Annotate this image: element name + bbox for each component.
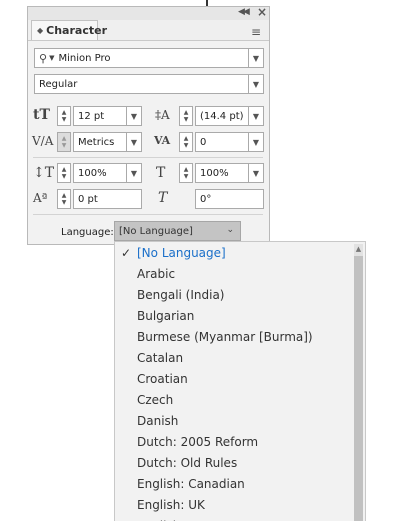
list-item[interactable]: Bulgarian [137,309,194,323]
tracking-stepper[interactable]: ▲ ▼ [179,132,193,152]
font-style-dropdown-button[interactable]: ▼ [248,74,264,94]
vertical-scale-stepper[interactable]: ▲ ▼ [57,163,71,183]
font-family-value: Minion Pro [58,52,111,64]
list-item[interactable]: Dutch: Old Rules [137,456,237,470]
list-item[interactable]: English: Canadian [137,477,245,491]
baseline-shift-value: 0 pt [78,193,98,205]
chevron-down-icon[interactable]: ▼ [49,54,54,62]
font-size-value: 12 pt [78,110,105,122]
font-family-dropdown-button[interactable]: ▼ [248,48,264,68]
list-item[interactable]: Czech [137,393,173,407]
vertical-scale-value: 100% [78,167,107,179]
list-item[interactable]: Burmese (Myanmar [Burma]) [137,330,313,344]
horizontal-scale-input[interactable]: 100% ▼ [195,163,264,183]
horizontal-scale-dropdown-button[interactable]: ▼ [248,163,264,183]
tracking-dropdown-button[interactable]: ▼ [248,132,264,152]
search-icon: ⚲ [39,51,48,65]
vertical-scale-dropdown-button[interactable]: ▼ [126,163,142,183]
kerning-icon: V/A [32,134,54,148]
baseline-shift-input[interactable]: 0 pt [73,189,142,209]
horizontal-scale-stepper[interactable]: ▲ ▼ [179,163,193,183]
skew-value: 0° [200,193,212,205]
character-panel: ◀◀ × ◆ Character ≡ ⚲ ▼ Minion Pro ▼ Regu… [27,5,270,245]
divider [33,214,263,215]
font-size-input[interactable]: 12 pt ▼ [73,106,142,126]
list-item[interactable]: Dutch: 2005 Reform [137,435,258,449]
font-family-field[interactable]: ⚲ ▼ Minion Pro ▼ [34,48,264,68]
leading-stepper[interactable]: ▲ ▼ [179,106,193,126]
baseline-shift-icon: Aª [33,191,48,205]
list-item[interactable]: Danish [137,414,178,428]
font-size-dropdown-button[interactable]: ▼ [126,106,142,126]
panel-title-bar[interactable] [28,7,269,20]
divider [33,157,263,158]
tracking-value: 0 [200,136,207,148]
font-size-icon: tT [33,107,50,123]
list-item[interactable]: Catalan [137,351,183,365]
tracking-input[interactable]: 0 ▼ [195,132,264,152]
kerning-stepper[interactable]: ▲ ▼ [57,132,71,152]
leading-icon: ‡A [155,108,170,122]
leading-value: (14.4 pt) [200,110,244,122]
horizontal-scale-icon: T [156,165,166,181]
language-dropdown-list[interactable]: ✓ ▲ [No Language] Arabic Bengali (India) Bu… [114,241,366,521]
checkmark-icon: ✓ [121,246,132,260]
language-select-value: [No Language] [119,225,193,237]
font-size-stepper[interactable]: ▲ ▼ [57,106,71,126]
font-style-value: Regular [39,78,78,90]
chevron-down-icon: ⌄ [226,225,234,235]
list-item[interactable]: [No Language] [137,246,226,260]
list-item[interactable]: Bengali (India) [137,288,225,302]
font-style-field[interactable]: Regular ▼ [34,74,264,94]
vertical-scale-icon: ↕T [33,165,55,181]
expand-chevron-icon[interactable]: ◆ [37,26,43,35]
panel-menu-icon[interactable]: ≡ [251,25,261,39]
baseline-shift-stepper[interactable]: ▲ ▼ [57,189,71,209]
skew-input[interactable]: 0° [195,189,264,209]
collapse-panel-icon[interactable]: ◀◀ [238,7,250,17]
list-item[interactable]: Arabic [137,267,175,281]
kerning-select[interactable]: Metrics ▼ [73,132,142,152]
leading-input[interactable]: (14.4 pt) ▼ [195,106,264,126]
skew-icon: T [158,190,168,206]
language-select[interactable]: [No Language] ⌄ [114,221,241,241]
kerning-value: Metrics [78,136,115,148]
tracking-icon: VA [154,134,171,147]
tab-character[interactable]: ◆ Character [31,20,107,40]
scrollbar-thumb[interactable] [354,256,363,521]
language-label: Language: [61,227,114,238]
leading-dropdown-button[interactable]: ▼ [248,106,264,126]
list-item[interactable]: Croatian [137,372,188,386]
scroll-up-arrow-icon[interactable]: ▲ [354,244,363,254]
list-item[interactable]: English: UK [137,498,205,512]
close-icon[interactable]: × [257,5,267,19]
horizontal-scale-value: 100% [200,167,229,179]
vertical-scale-input[interactable]: 100% ▼ [73,163,142,183]
kerning-dropdown-button[interactable]: ▼ [126,132,142,152]
tab-label: Character [46,24,107,37]
